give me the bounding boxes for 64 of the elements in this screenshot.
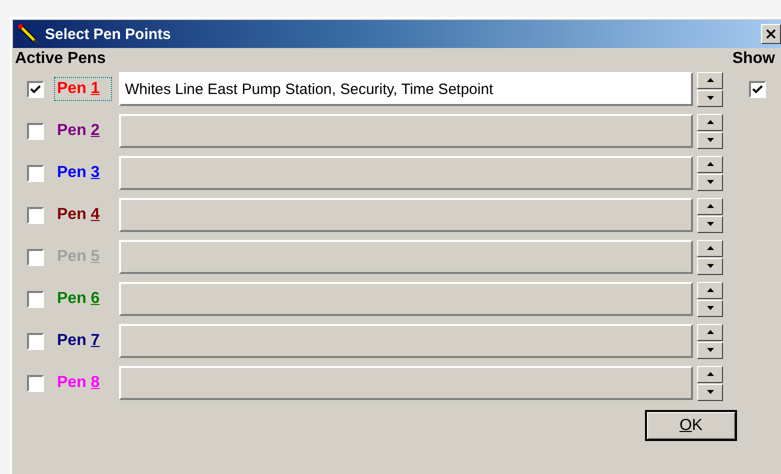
up-arrow-icon [706, 204, 714, 208]
down-arrow-icon [706, 390, 714, 394]
up-arrow-icon [706, 120, 714, 124]
down-arrow-icon [706, 180, 714, 184]
spin-up-button[interactable] [697, 240, 723, 256]
window-title: Select Pen Points [45, 26, 172, 42]
down-arrow-icon [706, 138, 714, 142]
checkbox[interactable] [27, 332, 44, 350]
down-arrow-icon [706, 264, 714, 268]
up-arrow-icon [706, 288, 714, 292]
checkbox[interactable] [27, 122, 44, 140]
checkmark-icon [30, 84, 41, 94]
checkmark-icon [752, 84, 762, 94]
pen-label: Pen 2 [56, 121, 101, 141]
up-arrow-icon [706, 162, 714, 166]
pen-label: Pen 4 [56, 205, 101, 225]
spin-down-button[interactable] [697, 132, 723, 148]
down-arrow-icon [706, 222, 714, 226]
pencil-icon [17, 23, 39, 45]
spin-up-button[interactable] [697, 114, 723, 130]
spin-up-button[interactable] [697, 72, 723, 88]
pen-point-field[interactable]: Whites Line East Pump Station, Security, Time Setpoint [119, 72, 693, 106]
spin-down-button[interactable] [697, 174, 723, 190]
checkbox[interactable] [27, 290, 44, 308]
spin-up-button[interactable] [697, 282, 723, 298]
pen-point-field[interactable] [119, 240, 693, 274]
pen-label: Pen 7 [56, 331, 101, 351]
ok-button[interactable]: OK [645, 410, 737, 441]
spin-down-button[interactable] [697, 90, 723, 106]
checkbox[interactable] [27, 248, 44, 266]
spin-down-button[interactable] [697, 384, 723, 400]
pen-label: Pen 1 [54, 77, 112, 101]
column-header: Show [732, 50, 775, 68]
up-arrow-icon [706, 246, 714, 250]
down-arrow-icon [706, 306, 714, 310]
up-arrow-icon [706, 372, 714, 376]
spin-up-button[interactable] [697, 366, 723, 382]
spin-up-button[interactable] [697, 156, 723, 172]
spin-down-button[interactable] [697, 258, 723, 274]
checkbox[interactable] [748, 80, 766, 98]
checkbox[interactable] [27, 80, 44, 98]
pen-point-field[interactable] [119, 114, 693, 148]
spin-down-button[interactable] [697, 216, 723, 232]
spin-up-button[interactable] [697, 324, 723, 340]
pen-point-field[interactable] [119, 282, 693, 316]
pen-point-field[interactable] [119, 324, 693, 358]
pen-label: Pen 3 [56, 163, 101, 183]
spin-down-button[interactable] [697, 342, 723, 358]
up-arrow-icon [706, 330, 714, 334]
spin-down-button[interactable] [697, 300, 723, 316]
down-arrow-icon [706, 96, 714, 100]
column-header: Active Pens [15, 50, 106, 68]
pen-point-field[interactable] [119, 366, 693, 400]
close-button[interactable]: × [761, 24, 781, 44]
pen-point-field[interactable] [119, 156, 693, 190]
pen-label: Pen 8 [56, 373, 101, 393]
checkbox[interactable] [27, 206, 44, 224]
checkbox[interactable] [27, 164, 44, 182]
up-arrow-icon [706, 78, 714, 82]
pen-label: Pen 6 [56, 289, 101, 309]
spin-up-button[interactable] [697, 198, 723, 214]
down-arrow-icon [706, 348, 714, 352]
pen-point-field[interactable] [119, 198, 693, 232]
checkbox[interactable] [27, 374, 44, 392]
